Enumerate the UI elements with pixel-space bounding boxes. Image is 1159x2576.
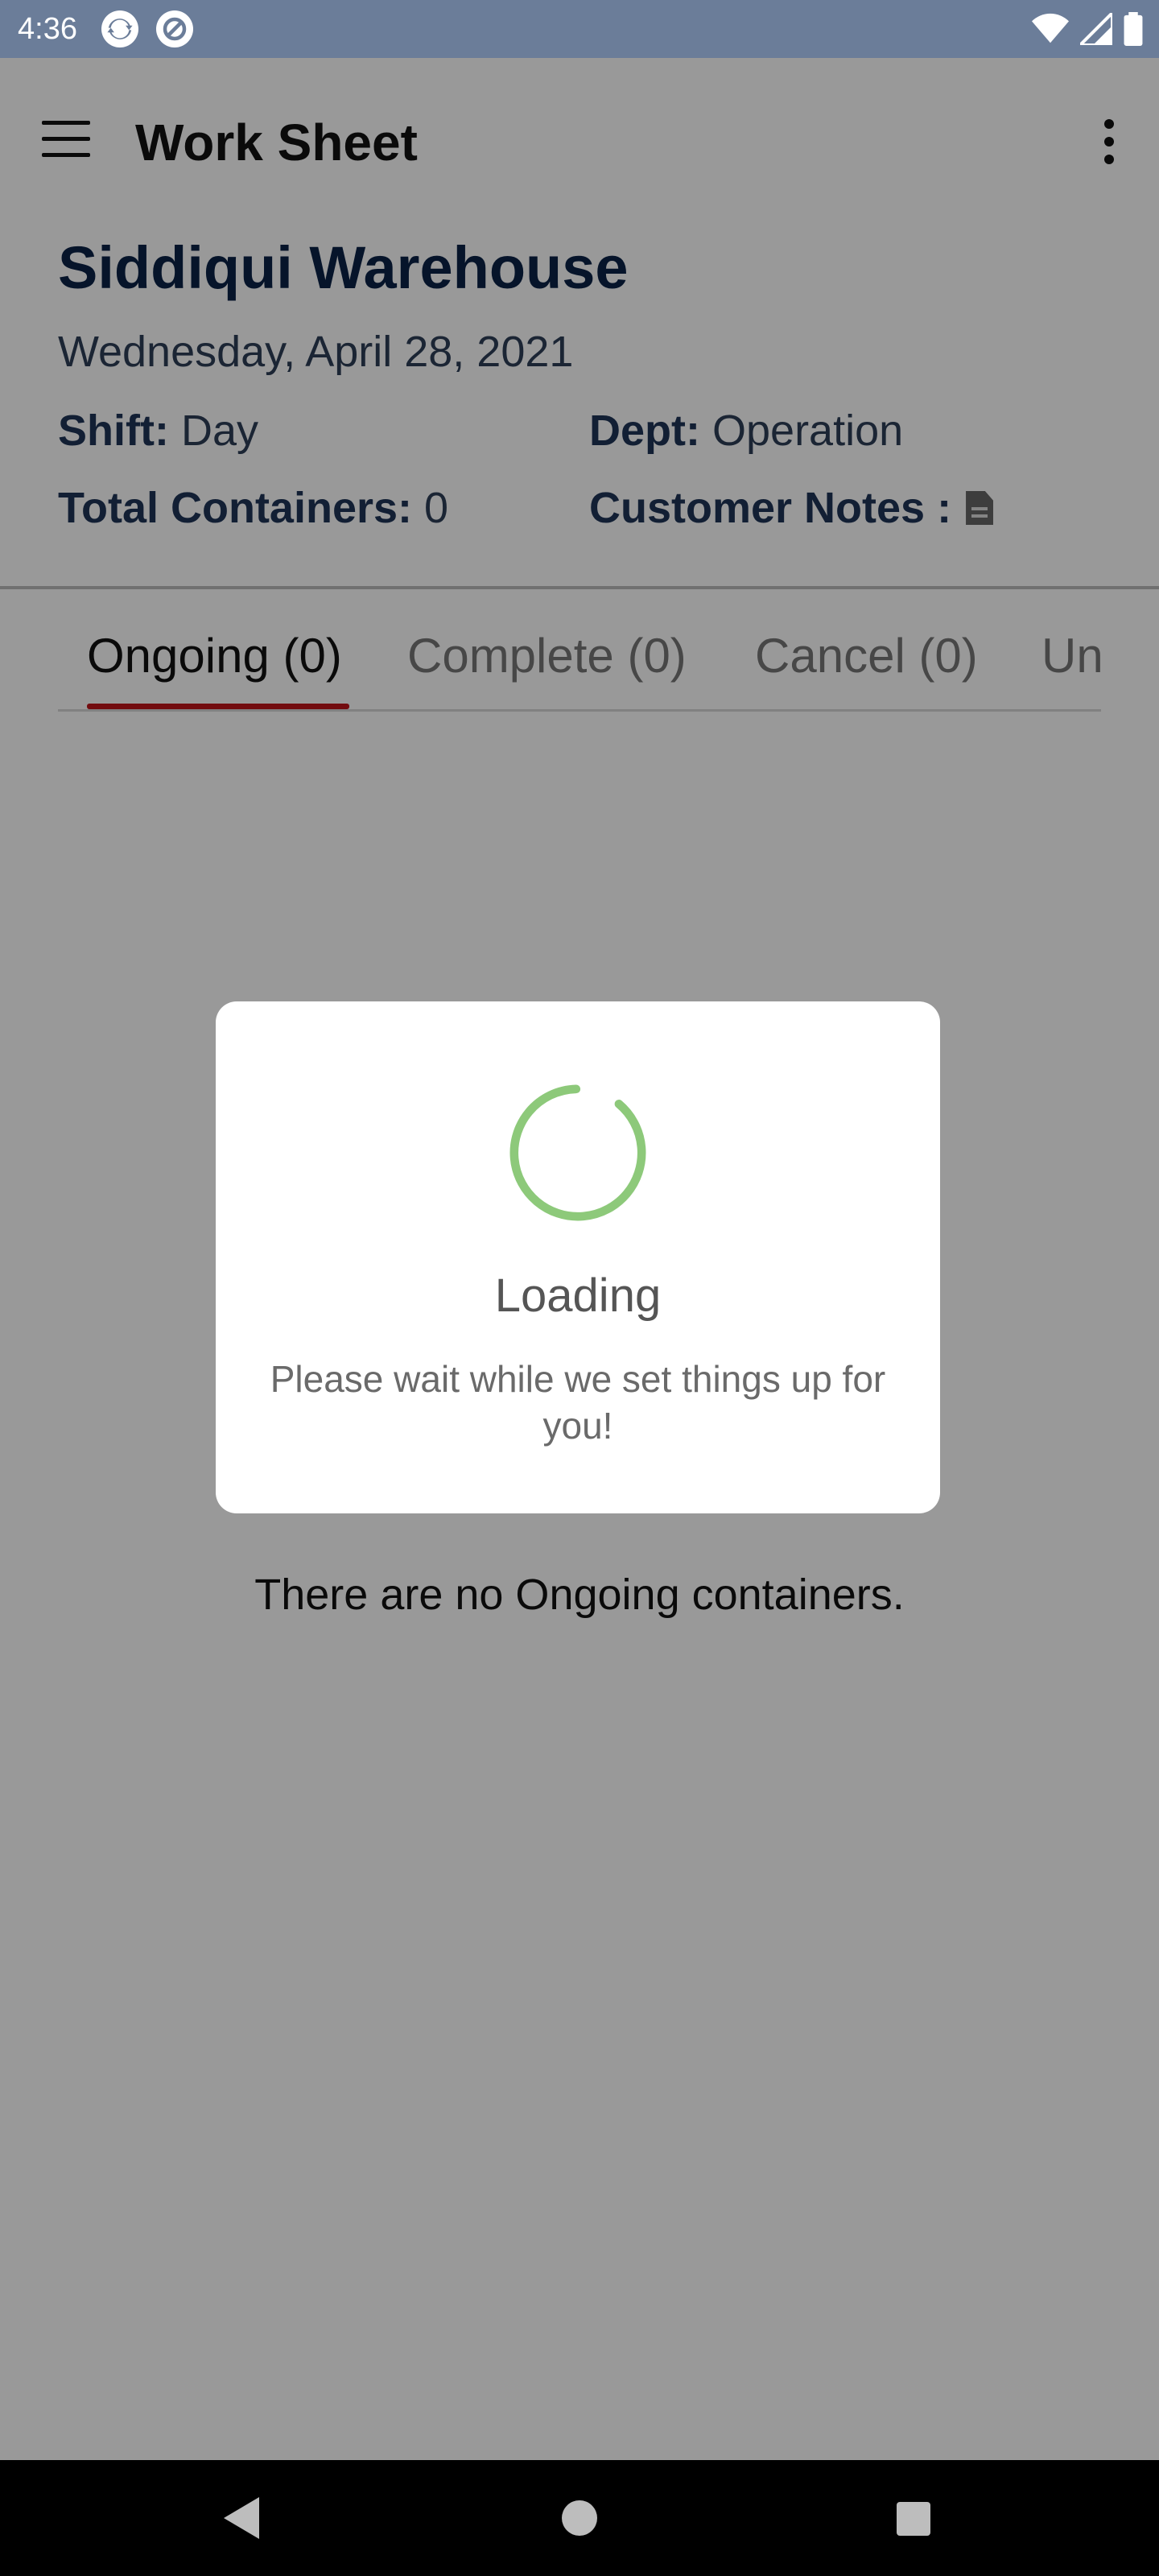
home-icon[interactable] xyxy=(562,2500,597,2536)
signal-icon xyxy=(1080,13,1112,45)
loading-title: Loading xyxy=(494,1269,662,1322)
status-time: 4:36 xyxy=(18,11,77,46)
back-icon[interactable] xyxy=(221,2494,262,2542)
loading-message: Please wait while we set things up for y… xyxy=(270,1358,886,1447)
sync-icon xyxy=(101,10,138,47)
system-nav-bar xyxy=(0,2460,1159,2576)
battery-icon xyxy=(1124,12,1143,46)
wifi-icon xyxy=(1032,13,1069,43)
at-icon xyxy=(155,10,193,47)
loading-dialog: Loading Please wait while we set things … xyxy=(216,1001,940,1513)
loading-spinner-icon xyxy=(509,1084,646,1221)
recents-icon[interactable] xyxy=(897,2502,930,2536)
status-bar: 4:36 xyxy=(0,0,1159,58)
